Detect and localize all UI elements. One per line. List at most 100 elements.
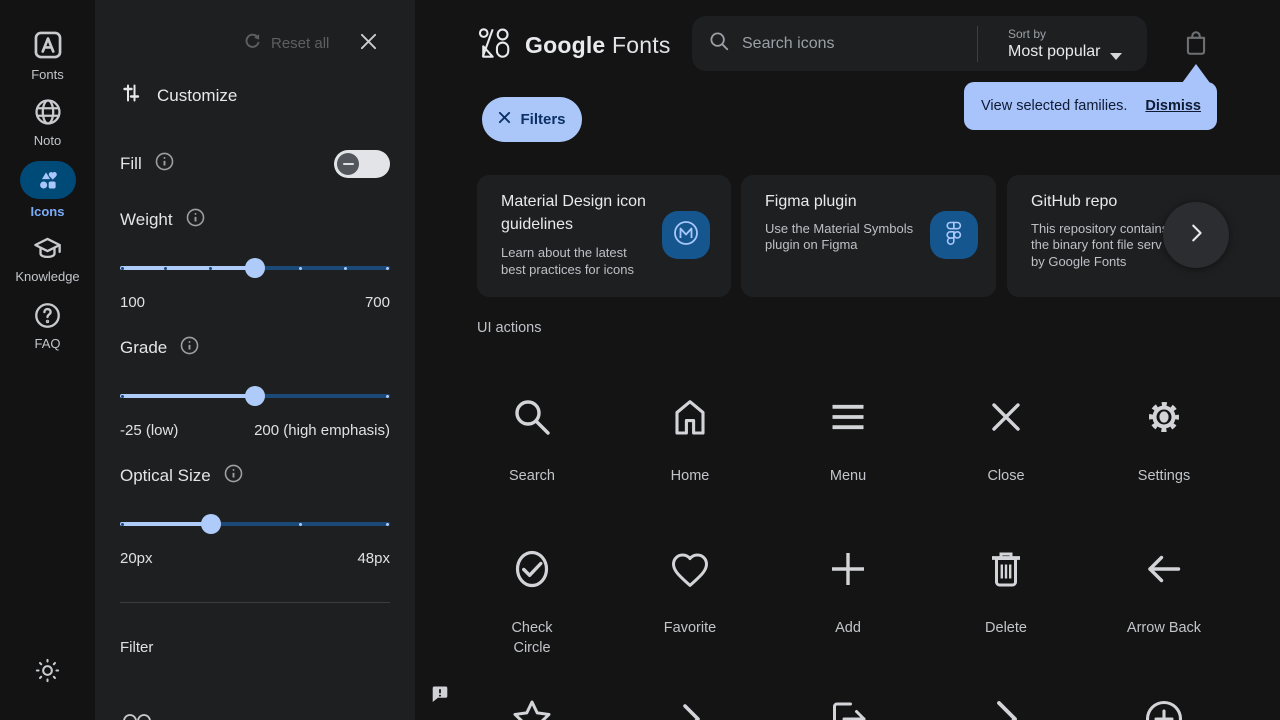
icon-label: Home: [670, 468, 710, 484]
icon-tile-arrow-forward-ios[interactable]: [927, 687, 1085, 720]
fonts-icon: [0, 28, 95, 62]
selected-families-bag-button[interactable]: [1182, 28, 1210, 58]
sidebar-item-label: Knowledge: [15, 269, 80, 284]
card-github-repo[interactable]: GitHub repo This repository contains the…: [1007, 175, 1280, 297]
icon-tile-add-circle[interactable]: [1085, 687, 1243, 720]
feedback-icon: [431, 686, 449, 707]
material-design-logo-badge: [662, 211, 710, 259]
search-placeholder: Search icons: [742, 34, 835, 52]
info-icon[interactable]: [180, 336, 199, 360]
logo-word-fonts: Fonts: [612, 32, 671, 58]
weight-slider[interactable]: [120, 258, 390, 278]
icon-tile-chevron-right[interactable]: [611, 687, 769, 720]
search-input[interactable]: Search icons: [692, 30, 977, 57]
icon-tile-delete[interactable]: Delete: [927, 537, 1085, 638]
filters-chip[interactable]: Filters: [482, 97, 582, 142]
sidebar-item-noto[interactable]: Noto: [0, 96, 95, 148]
icon-tile-home[interactable]: Home: [611, 385, 769, 486]
settings-icon: [1085, 393, 1243, 441]
tooltip-caret: [1182, 64, 1210, 83]
close-icon: [927, 393, 1085, 441]
icon-tile-favorite[interactable]: Favorite: [611, 537, 769, 638]
icon-tile-star[interactable]: [453, 687, 611, 720]
icon-label: Favorite: [663, 620, 717, 636]
sort-by-label: Sort by: [1008, 26, 1047, 41]
close-panel-button[interactable]: [353, 29, 383, 59]
sidebar-item-fonts[interactable]: Fonts: [0, 28, 95, 82]
star-icon: [453, 695, 611, 720]
search-sort-bar: Search icons Sort by Most popular: [692, 16, 1147, 71]
info-icon[interactable]: [186, 208, 205, 232]
feedback-button[interactable]: [431, 685, 449, 708]
plus-icon: [769, 545, 927, 593]
theme-toggle-button[interactable]: [33, 656, 62, 690]
grade-slider-thumb[interactable]: [245, 386, 265, 406]
card-material-design-guidelines[interactable]: Material Design icon guidelines Learn ab…: [477, 175, 731, 297]
fill-toggle[interactable]: [334, 150, 390, 178]
icon-tile-search[interactable]: Search: [453, 385, 611, 486]
left-nav-rail: Fonts Noto Icons Knowledge FAQ: [0, 0, 95, 720]
optical-max: 48px: [357, 550, 390, 567]
arrow-forward-ios-icon: [927, 695, 1085, 720]
google-fonts-logo-glyph: [477, 26, 515, 65]
close-icon: [359, 32, 378, 56]
weight-min: 100: [120, 294, 146, 311]
customize-panel: Reset all Customize Fill Weight 100 700 …: [95, 0, 415, 720]
reset-icon: [243, 32, 262, 55]
add-circle-icon: [1085, 695, 1243, 720]
search-icon: [453, 393, 611, 441]
divider: [120, 602, 390, 603]
optical-size-slider-thumb[interactable]: [201, 514, 221, 534]
figma-logo-badge: [930, 211, 978, 259]
icon-tile-check-circle[interactable]: Check Circle: [453, 537, 611, 658]
optical-minmax: 20px 48px: [120, 550, 390, 567]
reset-all-button[interactable]: Reset all: [243, 32, 329, 55]
figma-logo-icon: [942, 220, 966, 251]
shopping-bag-icon: [1182, 31, 1210, 62]
weight-slider-thumb[interactable]: [245, 258, 265, 278]
section-title: UI actions: [477, 320, 542, 336]
minus-glyph: [342, 162, 354, 166]
arrow-back-icon: [1085, 545, 1243, 593]
sidebar-item-faq[interactable]: FAQ: [0, 300, 95, 351]
grade-slider[interactable]: [120, 386, 390, 406]
sidebar-item-label: FAQ: [34, 336, 61, 351]
partial-filter-icon: [122, 707, 152, 720]
weight-row: Weight: [120, 208, 205, 232]
brightness-icon: [33, 658, 62, 689]
icon-tile-logout[interactable]: [769, 687, 927, 720]
close-icon[interactable]: [498, 111, 511, 129]
info-icon[interactable]: [155, 152, 174, 176]
logo-text: Google Fonts: [525, 32, 671, 59]
weight-label: Weight: [120, 210, 173, 229]
optical-size-slider[interactable]: [120, 514, 390, 534]
chevron-down-icon: [1110, 52, 1122, 60]
grade-max: 200 (high emphasis): [254, 422, 390, 439]
icon-tile-close[interactable]: Close: [927, 385, 1085, 486]
sort-dropdown[interactable]: Sort by Most popular: [978, 27, 1146, 61]
icon-tile-arrow-back[interactable]: Arrow Back: [1085, 537, 1243, 638]
check-circle-icon: [453, 545, 611, 593]
sidebar-item-icons[interactable]: Icons: [0, 161, 95, 219]
dismiss-link[interactable]: Dismiss: [1145, 98, 1201, 114]
optical-min: 20px: [120, 550, 153, 567]
icon-tile-add[interactable]: Add: [769, 537, 927, 638]
icon-tile-settings[interactable]: Settings: [1085, 385, 1243, 486]
customize-title: Customize: [157, 85, 238, 105]
sidebar-item-knowledge[interactable]: Knowledge: [0, 233, 95, 284]
carousel-next-button[interactable]: [1163, 202, 1229, 268]
fill-label: Fill: [120, 154, 142, 173]
sort-selected-value: Most popular: [1008, 42, 1101, 60]
shapes-icon: [35, 168, 60, 193]
icon-tile-menu[interactable]: Menu: [769, 385, 927, 486]
info-icon[interactable]: [224, 464, 243, 488]
icon-label: Menu: [829, 468, 867, 484]
fill-row: Fill: [120, 152, 174, 176]
icon-label: Add: [835, 620, 861, 636]
card-description: This repository contains the binary font…: [1031, 220, 1169, 269]
toggle-knob: [337, 153, 359, 175]
home-icon: [611, 393, 769, 441]
card-figma-plugin[interactable]: Figma plugin Use the Material Symbols pl…: [741, 175, 996, 297]
google-fonts-logo[interactable]: Google Fonts: [477, 26, 671, 65]
globe-icon: [0, 96, 95, 128]
